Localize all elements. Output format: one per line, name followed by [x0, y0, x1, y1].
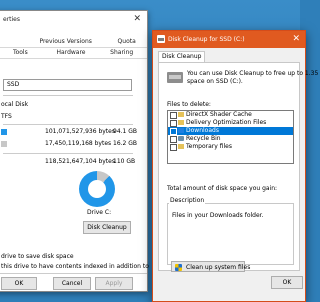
checkbox[interactable]	[170, 136, 177, 143]
free-space-swatch	[1, 141, 7, 147]
list-item[interactable]: DirectX Shader Cache	[168, 111, 293, 119]
disk-usage-chart	[79, 171, 115, 207]
list-item-selected[interactable]: Downloads	[168, 127, 293, 135]
index-drive-option[interactable]: this drive to have contents indexed in a…	[1, 263, 149, 270]
list-item[interactable]: Recycle Bin	[168, 135, 293, 143]
used-gb: 94.1 GB	[113, 128, 138, 135]
free-bytes: 17,450,119,168 bytes	[45, 140, 112, 147]
disk-cleanup-button[interactable]: Disk Cleanup	[83, 221, 131, 234]
files-to-delete-label: Files to delete:	[167, 101, 211, 108]
apply-button[interactable]: Apply	[95, 277, 133, 290]
compress-drive-option[interactable]: drive to save disk space	[1, 253, 74, 260]
disk-cleanup-title: Disk Cleanup for SSD (C:)	[168, 36, 245, 43]
tab-tools[interactable]: Tools	[0, 48, 46, 58]
tab-sharing[interactable]: Sharing	[96, 48, 147, 58]
intro-line-2: space on SSD (C:).	[187, 78, 243, 85]
list-item[interactable]: Delivery Optimization Files	[168, 119, 293, 127]
tab-quota[interactable]: Quota	[106, 37, 147, 47]
description-text: Files in your Downloads folder.	[172, 212, 264, 219]
tab-hardware[interactable]: Hardware	[46, 48, 97, 58]
list-item-label: Temporary files	[186, 143, 232, 150]
close-icon[interactable]: ✕	[292, 34, 300, 44]
properties-title: erties	[3, 16, 20, 23]
used-space-swatch	[1, 129, 7, 135]
used-bytes: 101,071,527,936 bytes	[45, 128, 115, 135]
divider	[3, 124, 133, 125]
checkbox[interactable]	[170, 112, 177, 119]
tab-previous-versions[interactable]: Previous Versions	[25, 37, 106, 47]
checkbox[interactable]	[170, 144, 177, 151]
files-to-delete-list[interactable]: DirectX Shader Cache Delivery Optimizati…	[167, 110, 294, 164]
list-item[interactable]: Temporary files	[168, 143, 293, 151]
list-item-label: DirectX Shader Cache	[186, 111, 252, 118]
capacity-gb: 110 GB	[113, 158, 136, 165]
total-space-label: Total amount of disk space you gain:	[167, 185, 278, 192]
properties-tabs: Previous Versions Quota Tools Hardware S…	[0, 37, 147, 59]
drive-properties-window: erties ✕ Previous Versions Quota Tools H…	[0, 10, 149, 292]
folder-icon	[178, 144, 184, 149]
free-gb: 16.2 GB	[113, 140, 138, 147]
disk-cleanup-dialog: Disk Cleanup for SSD (C:) ✕ Disk Cleanup…	[152, 30, 318, 302]
drive-icon	[167, 72, 183, 83]
disk-cleanup-titlebar: Disk Cleanup for SSD (C:) ✕	[153, 31, 305, 48]
disk-cleanup-panel: You can use Disk Cleanup to free up to 1…	[158, 62, 318, 272]
list-item-label: Downloads	[186, 127, 219, 134]
divider	[0, 273, 147, 274]
type-value: ocal Disk	[1, 101, 29, 108]
cancel-button[interactable]: Cancel	[53, 277, 91, 290]
divider	[3, 95, 133, 96]
folder-icon	[178, 112, 184, 117]
list-item-label: Delivery Optimization Files	[186, 119, 267, 126]
checkbox[interactable]	[170, 128, 177, 135]
recycle-bin-icon	[178, 136, 184, 141]
checkbox[interactable]	[170, 120, 177, 127]
divider	[3, 153, 133, 154]
description-label: Description	[169, 197, 206, 204]
description-group: Files in your Downloads folder.	[167, 203, 294, 265]
capacity-bytes: 118,521,647,104 bytes	[45, 158, 115, 165]
folder-icon	[178, 120, 184, 125]
shield-icon	[175, 264, 182, 271]
list-item-label: Recycle Bin	[186, 135, 221, 142]
download-icon	[178, 128, 184, 133]
filesystem-value: TFS	[1, 113, 12, 120]
ok-button[interactable]: OK	[1, 277, 37, 290]
clean-up-system-files-button[interactable]: Clean up system files	[171, 261, 250, 272]
properties-titlebar: erties ✕	[0, 11, 147, 29]
drive-name-field[interactable]: SSD	[3, 79, 132, 91]
disk-cleanup-icon	[157, 35, 165, 43]
drive-label: Drive C:	[87, 209, 112, 216]
tab-disk-cleanup[interactable]: Disk Cleanup	[158, 51, 206, 62]
properties-general-panel: SSD ocal Disk TFS 101,071,527,936 bytes …	[0, 61, 149, 291]
ok-button[interactable]: OK	[271, 276, 303, 289]
intro-line-1: You can use Disk Cleanup to free up to 1…	[187, 70, 319, 77]
close-icon[interactable]: ✕	[133, 14, 141, 24]
clean-up-system-files-label: Clean up system files	[186, 264, 251, 271]
